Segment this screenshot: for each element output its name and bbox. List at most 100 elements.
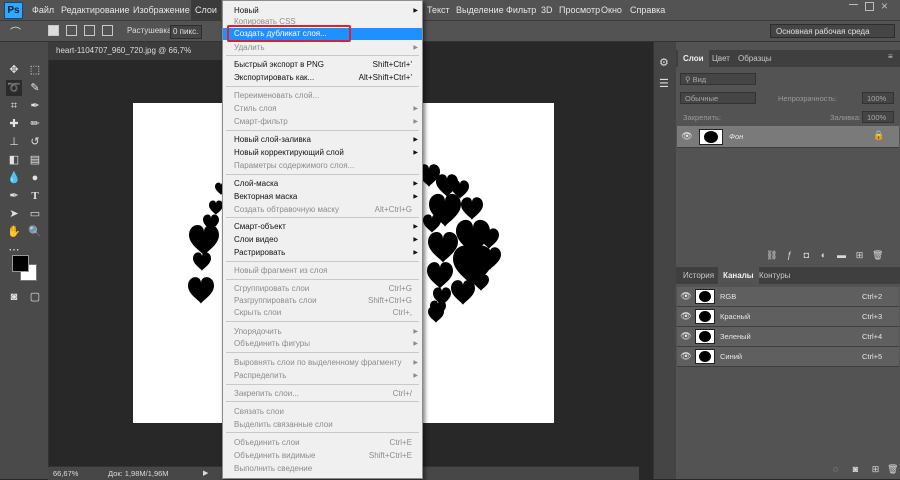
layer-menu-item[interactable]: Выделить связанные слои — [223, 419, 422, 431]
save-selection-icon[interactable]: ◙ — [850, 464, 861, 475]
new-selection-icon[interactable] — [48, 25, 59, 36]
quick-select-icon[interactable]: ✎ — [27, 80, 43, 96]
layer-menu-item[interactable]: Скрыть слои Ctrl+, — [223, 307, 422, 319]
layer-menu-item[interactable]: Параметры содержимого слоя... — [223, 160, 422, 172]
adjustment-layer-icon[interactable]: ◐ — [818, 250, 829, 261]
layer-menu-item[interactable]: Закрепить слои... Ctrl+/ — [223, 388, 422, 400]
layer-menu-item[interactable]: Объединить видимые Shift+Ctrl+E — [223, 450, 422, 462]
channel-row[interactable]: 👁 RGB Ctrl+2 — [677, 287, 899, 307]
brush-tool-icon[interactable]: ✏ — [27, 116, 43, 132]
delete-layer-icon[interactable]: 🗑 — [872, 250, 883, 261]
move-tool-icon[interactable]: ✥ — [6, 62, 22, 78]
intersect-selection-icon[interactable] — [102, 25, 113, 36]
hand-tool-icon[interactable]: ✋ — [6, 224, 22, 240]
shape-tool-icon[interactable]: ▭ — [27, 206, 43, 222]
quick-mask-icon[interactable]: ◙ — [6, 289, 22, 305]
pen-tool-icon[interactable]: ✒ — [6, 188, 22, 204]
layer-menu-item[interactable]: Удалить ▶ — [223, 42, 422, 54]
workspace-select[interactable]: Основная рабочая среда — [770, 24, 895, 38]
layer-menu-item[interactable]: Слои видео ▶ — [223, 234, 422, 246]
tab-paths[interactable]: Контуры — [754, 267, 795, 284]
layer-menu-item[interactable]: Растрировать ▶ — [223, 247, 422, 259]
layer-menu-item[interactable]: Смарт-объект ▶ — [223, 221, 422, 233]
new-group-icon[interactable]: ▬ — [836, 250, 847, 261]
clone-stamp-icon[interactable]: ⊥ — [6, 134, 22, 150]
menu-help[interactable]: Справка — [626, 0, 669, 20]
layer-menu-item[interactable]: Объединить слои Ctrl+E — [223, 437, 422, 449]
layer-menu-item[interactable]: Выровнять слои по выделенному фрагменту ▶ — [223, 357, 422, 369]
layer-menu-item[interactable]: Новый фрагмент из слоя — [223, 265, 422, 277]
crop-tool-icon[interactable]: ⌗ — [6, 98, 22, 114]
close-icon[interactable]: × — [881, 0, 888, 13]
layer-menu-item[interactable]: Векторная маска ▶ — [223, 191, 422, 203]
layer-menu-item[interactable]: Новый слой-заливка ▶ — [223, 134, 422, 146]
layer-menu-item[interactable]: Новый корректирующий слой ▶ — [223, 147, 422, 159]
add-mask-icon[interactable]: ◘ — [801, 250, 812, 261]
foreground-color-swatch[interactable] — [12, 255, 29, 272]
opacity-input[interactable]: 100% — [862, 92, 894, 104]
subtract-selection-icon[interactable] — [84, 25, 95, 36]
history-brush-icon[interactable]: ↺ — [27, 134, 43, 150]
tab-swatches[interactable]: Образцы — [733, 50, 777, 67]
properties-icon[interactable]: ☰ — [659, 77, 669, 90]
add-selection-icon[interactable] — [66, 25, 77, 36]
layer-row-background[interactable]: 👁 Фон 🔒 — [677, 126, 899, 148]
layer-menu-item[interactable]: Объединить фигуры ▶ — [223, 338, 422, 350]
menu-filter[interactable]: Фильтр — [502, 0, 540, 20]
blend-mode-select[interactable]: Обычные — [680, 92, 756, 104]
fill-input[interactable]: 100% — [862, 111, 894, 123]
blur-tool-icon[interactable]: 💧 — [6, 170, 22, 186]
visibility-eye-icon[interactable]: 👁 — [680, 310, 692, 322]
healing-brush-icon[interactable]: ✚ — [6, 116, 22, 132]
layer-menu-item[interactable]: Смарт-фильтр ▶ — [223, 116, 422, 128]
layer-menu-item[interactable]: Упорядочить ▶ — [223, 326, 422, 338]
layer-menu-item[interactable]: Выполнить сведение — [223, 463, 422, 475]
layer-menu-item[interactable]: Разгруппировать слои Shift+Ctrl+G — [223, 295, 422, 307]
marquee-tool-icon[interactable]: ⬚ — [27, 62, 43, 78]
channel-row[interactable]: 👁 Красный Ctrl+3 — [677, 307, 899, 327]
visibility-eye-icon[interactable]: 👁 — [680, 330, 692, 342]
layer-name[interactable]: Фон — [729, 132, 743, 141]
menu-window[interactable]: Окно — [597, 0, 626, 20]
document-tab[interactable]: heart-1104707_960_720.jpg @ 66,7% (RGB/8… — [48, 42, 223, 73]
feather-input[interactable]: 0 пикс. — [170, 25, 202, 39]
menu-select[interactable]: Выделение — [452, 0, 508, 20]
layer-menu-item[interactable]: Переименовать слой... — [223, 90, 422, 102]
eraser-icon[interactable]: ◧ — [6, 152, 22, 168]
tab-channels[interactable]: Каналы — [718, 267, 759, 284]
visibility-eye-icon[interactable]: 👁 — [680, 290, 692, 302]
panel-menu-icon[interactable]: ≡ — [888, 52, 893, 61]
adjustments-icon[interactable]: ⚙ — [659, 56, 669, 69]
tab-color[interactable]: Цвет — [707, 50, 735, 67]
layer-menu-item[interactable]: Распределить ▶ — [223, 370, 422, 382]
layer-menu-item[interactable]: Создать обтравочную маску Alt+Ctrl+G — [223, 204, 422, 216]
maximize-icon[interactable] — [865, 2, 874, 11]
layer-filter-select[interactable]: ⚲ Вид — [680, 73, 756, 85]
load-selection-icon[interactable]: ◌ — [830, 464, 841, 475]
gradient-icon[interactable]: ▤ — [27, 152, 43, 168]
tab-layers[interactable]: Слои — [678, 50, 709, 67]
screen-mode-icon[interactable]: ▢ — [27, 289, 43, 305]
layer-menu-item[interactable]: Слой-маска ▶ — [223, 178, 422, 190]
minimize-icon[interactable] — [849, 4, 858, 5]
link-layers-icon[interactable]: ⛓ — [766, 250, 777, 261]
channel-row[interactable]: 👁 Зеленый Ctrl+4 — [677, 327, 899, 347]
status-arrow-icon[interactable]: ▶ — [203, 467, 208, 480]
visibility-eye-icon[interactable]: 👁 — [680, 350, 692, 362]
menu-text[interactable]: Текст — [423, 0, 454, 20]
type-tool-icon[interactable]: T — [27, 188, 43, 204]
menu-image[interactable]: Изображение — [129, 0, 194, 20]
tab-history[interactable]: История — [678, 267, 719, 284]
menu-layers[interactable]: Слои — [191, 0, 221, 20]
dodge-tool-icon[interactable]: ● — [27, 170, 43, 186]
layer-menu-item[interactable]: Экспортировать как... Alt+Shift+Ctrl+' — [223, 72, 422, 84]
menu-file[interactable]: Файл — [28, 0, 58, 20]
zoom-tool-icon[interactable]: 🔍 — [27, 224, 43, 240]
lasso-tool-preset-icon[interactable]: ⌒ — [10, 24, 21, 40]
menu-edit[interactable]: Редактирование — [57, 0, 134, 20]
channel-row[interactable]: 👁 Синий Ctrl+5 — [677, 347, 899, 367]
eyedropper-icon[interactable]: ✒ — [27, 98, 43, 114]
layer-menu-item[interactable]: Связать слои — [223, 406, 422, 418]
new-layer-icon[interactable]: ⊞ — [854, 250, 865, 261]
path-select-icon[interactable]: ➤ — [6, 206, 22, 222]
